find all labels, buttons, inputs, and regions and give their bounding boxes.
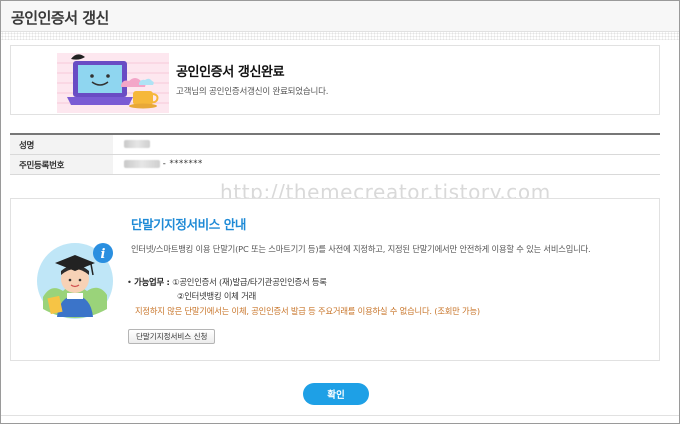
laptop-coffee-illustration-icon bbox=[57, 53, 169, 113]
terminal-service-panel: i 단말기지정서비스 안내 인터넷/스마트뱅킹 이용 단말기(PC 또는 스마트… bbox=[10, 198, 660, 361]
service-warning: 지정하지 않은 단말기에서는 이체, 공인인증서 발급 등 주요거래를 이용하실… bbox=[135, 306, 480, 316]
completion-title: 공인인증서 갱신완료 bbox=[176, 65, 285, 80]
rrn-value: - ******* bbox=[124, 159, 203, 170]
task-1-text: ①공인인증서 (재)발급/타기관공인인증서 등록 bbox=[172, 277, 327, 287]
table-row-name: 성명 bbox=[10, 135, 660, 155]
task-line-2: ②인터넷뱅킹 이체 거래 bbox=[127, 289, 327, 303]
service-title: 단말기지정서비스 안내 bbox=[131, 217, 246, 232]
rrn-masked-text: - ******* bbox=[162, 159, 203, 169]
task-line-1: • 가능업무 : ①공인인증서 (재)발급/타기관공인인증서 등록 bbox=[127, 277, 327, 287]
footer-divider bbox=[1, 415, 679, 416]
terminal-service-apply-button[interactable]: 단말기지정서비스 신청 bbox=[128, 329, 216, 344]
completion-panel: 공인인증서 갱신완료 고객님의 공인인증서갱신이 완료되었습니다. bbox=[10, 45, 660, 115]
dotted-divider bbox=[1, 32, 679, 40]
svg-text:i: i bbox=[101, 247, 106, 262]
completion-description: 고객님의 공인인증서갱신이 완료되었습니다. bbox=[176, 87, 329, 97]
redacted-name-block bbox=[124, 139, 150, 148]
name-value-redacted bbox=[124, 139, 150, 149]
page-title: 공인인증서 갱신 bbox=[11, 9, 109, 27]
confirm-button[interactable]: 확인 bbox=[303, 383, 369, 405]
user-info-table: 성명 주민등록번호 - ******* bbox=[10, 133, 660, 175]
service-tasks: • 가능업무 : ①공인인증서 (재)발급/타기관공인인증서 등록 ②인터넷뱅킹… bbox=[127, 275, 327, 303]
tasks-label: 가능업무 : bbox=[134, 277, 170, 287]
redacted-rrn-block bbox=[124, 160, 160, 168]
table-row-rrn: 주민등록번호 - ******* bbox=[10, 155, 660, 175]
student-info-illustration-icon: i bbox=[37, 243, 113, 319]
task-2-text: ②인터넷뱅킹 이체 거래 bbox=[177, 291, 257, 301]
rrn-label: 주민등록번호 bbox=[10, 155, 113, 174]
page-header: 공인인증서 갱신 bbox=[1, 1, 679, 32]
name-label: 성명 bbox=[10, 135, 113, 154]
service-description: 인터넷/스마트뱅킹 이용 단말기(PC 또는 스마트기기 등)를 사전에 지정하… bbox=[131, 244, 591, 254]
